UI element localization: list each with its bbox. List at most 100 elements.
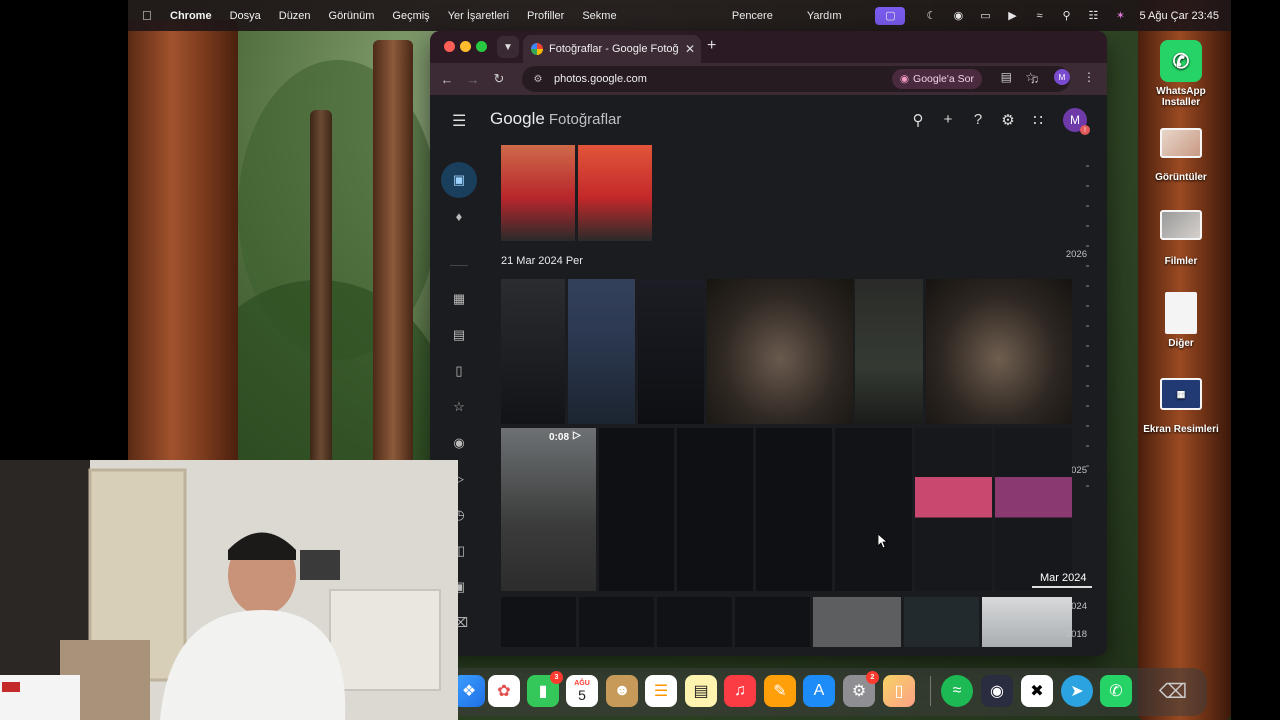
new-tab-button[interactable]: + [707, 37, 716, 55]
tab-google-photos[interactable]: Fotoğraflar - Google Fotoğr ✕ [523, 35, 701, 63]
photo-thumbnail[interactable] [501, 279, 565, 424]
ask-google-button[interactable]: ◉ Google'a Sor [891, 69, 982, 89]
photo-thumbnail[interactable] [915, 428, 992, 591]
dock-calendar[interactable]: AĞU 5 [566, 675, 598, 707]
tab-close-icon[interactable]: ✕ [685, 42, 695, 56]
dock-music[interactable]: ♫ [724, 675, 756, 707]
nav-photos[interactable]: ▣ [441, 162, 477, 198]
tab-search-button[interactable]: ▼ [497, 36, 519, 58]
clock[interactable]: 5 Ağu Çar 23:45 [1139, 10, 1219, 22]
create-icon[interactable]: + [938, 111, 958, 128]
photo-thumbnail[interactable] [638, 279, 704, 424]
photo-thumbnail[interactable] [735, 597, 810, 647]
zoom-window-button[interactable] [476, 41, 487, 52]
photo-thumbnail[interactable] [579, 597, 654, 647]
photo-thumbnail[interactable] [578, 145, 652, 241]
close-window-button[interactable] [444, 41, 455, 52]
account-avatar[interactable]: M ! [1063, 108, 1090, 135]
reload-button[interactable]: ↻ [486, 71, 512, 87]
dock-trash[interactable]: ⌫ [1157, 675, 1189, 707]
help-icon[interactable]: ? [968, 111, 988, 128]
photo-thumbnail[interactable] [995, 428, 1072, 591]
menu-history[interactable]: Geçmiş [392, 10, 429, 22]
dock-notes[interactable]: ▤ [685, 675, 717, 707]
photo-thumbnail[interactable] [501, 597, 576, 647]
nav-albums[interactable]: ▦ [441, 281, 477, 317]
menu-window[interactable]: Pencere [732, 10, 773, 22]
dock-facetime[interactable]: ▮ 3 [527, 671, 563, 707]
accessibility-icon[interactable]: ◉ [950, 8, 966, 24]
menu-bookmarks[interactable]: Yer İşaretleri [448, 10, 509, 22]
dock-telegram[interactable]: ➤ [1061, 675, 1093, 707]
menu-edit[interactable]: Düzen [279, 10, 311, 22]
address-bar[interactable]: ⚙ photos.google.com ◉ Google'a Sor ▤ ☆ [522, 66, 1070, 92]
photo-thumbnail[interactable] [756, 428, 832, 591]
chrome-menu-icon[interactable]: ⋮ [1083, 70, 1095, 84]
timeline-scrollbar[interactable] [1086, 165, 1089, 495]
video-thumbnail[interactable] [501, 428, 596, 591]
dock-pages[interactable]: ✎ [764, 675, 796, 707]
photo-thumbnail[interactable] [904, 597, 979, 647]
siri-icon[interactable]: ✶ [1112, 8, 1128, 24]
dock-system-settings[interactable]: ⚙ 2 [843, 671, 879, 707]
apps-grid-icon[interactable]: ∷ [1028, 111, 1048, 129]
play-icon[interactable]: ▶ [1004, 8, 1020, 24]
dock-app-store[interactable]: A [803, 675, 835, 707]
dock-photos[interactable]: ✿ [488, 675, 520, 707]
desktop-icon-whatsapp-installer[interactable]: ✆ WhatsApp Installer [1136, 40, 1226, 108]
photo-thumbnail[interactable] [568, 279, 635, 424]
nav-updates[interactable]: ♦ [441, 198, 477, 234]
hamburger-menu-icon[interactable]: ☰ [452, 111, 466, 131]
address-text[interactable]: photos.google.com [554, 73, 647, 85]
dock-whatsapp[interactable]: ✆ [1100, 675, 1132, 707]
dock-capcut[interactable]: ✖ [1021, 675, 1053, 707]
desktop-icon-movies[interactable]: Filmler [1136, 210, 1226, 267]
moon-icon[interactable]: ☾ [923, 8, 939, 24]
screen-recording-icon[interactable]: ▢ [875, 6, 906, 25]
back-button[interactable]: ← [434, 72, 460, 87]
dock-iphone-mirroring[interactable]: ▯ [883, 675, 915, 707]
photo-thumbnail[interactable] [982, 597, 1072, 647]
nav-screenshots[interactable]: ▯ [441, 353, 477, 389]
nav-favorites[interactable]: ☆ [441, 389, 477, 425]
menu-file[interactable]: Dosya [230, 10, 261, 22]
scrubber-line[interactable] [1032, 586, 1092, 588]
search-icon[interactable]: ⚲ [1058, 8, 1074, 24]
minimize-window-button[interactable] [460, 41, 471, 52]
photo-thumbnail[interactable] [813, 597, 901, 647]
menu-view[interactable]: Görünüm [329, 10, 375, 22]
forward-button[interactable]: → [460, 72, 486, 87]
site-info-icon[interactable]: ⚙ [530, 71, 546, 87]
google-photos-logo[interactable]: Google Fotoğraflar [490, 109, 621, 129]
photo-thumbnail[interactable] [855, 279, 923, 424]
dock-reminders[interactable]: ☰ [645, 675, 677, 707]
battery-icon[interactable]: ▭ [977, 8, 993, 24]
menu-help[interactable]: Yardım [807, 10, 842, 22]
nav-places[interactable]: ◉ [441, 425, 477, 461]
date-heading[interactable]: 21 Mar 2024 Per [501, 255, 583, 267]
apple-icon[interactable]:  [142, 8, 160, 23]
desktop-icon-screenshots[interactable]: ▦ Ekran Resimleri [1136, 378, 1226, 435]
year-marker[interactable]: 2018 [1066, 629, 1087, 640]
dock-screen-recorder[interactable]: ◉ [981, 675, 1013, 707]
install-app-icon[interactable]: ▤ [1001, 70, 1012, 84]
wifi-icon[interactable]: ≈ [1031, 8, 1047, 24]
dock-spotify[interactable]: ≈ [941, 675, 973, 707]
desktop-icon-images[interactable]: Görüntüler [1136, 128, 1226, 183]
photo-thumbnail[interactable] [599, 428, 674, 591]
settings-gear-icon[interactable]: ⚙ [998, 111, 1018, 129]
control-center-icon[interactable]: ☷ [1085, 8, 1101, 24]
photo-thumbnail[interactable] [657, 597, 732, 647]
search-icon[interactable]: ⚲ [908, 111, 928, 129]
menu-app-name[interactable]: Chrome [170, 10, 212, 22]
year-marker[interactable]: 2026 [1066, 249, 1087, 260]
dock-contacts[interactable]: ☻ [606, 675, 638, 707]
photo-thumbnail[interactable] [501, 145, 575, 241]
photo-thumbnail[interactable] [707, 279, 853, 424]
photo-thumbnail[interactable] [677, 428, 753, 591]
media-controls-icon[interactable]: ♫ [1030, 72, 1039, 86]
photo-thumbnail[interactable] [835, 428, 912, 591]
photo-thumbnail[interactable] [926, 279, 1072, 424]
nav-documents[interactable]: ▤ [441, 317, 477, 353]
menu-tab[interactable]: Sekme [582, 10, 616, 22]
